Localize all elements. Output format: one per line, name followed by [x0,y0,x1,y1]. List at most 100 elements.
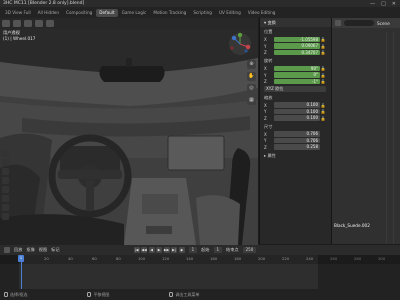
axis-label: X [264,66,267,71]
tab-all-hidden[interactable]: All Hidden [35,9,62,17]
properties-label: 属性 [267,152,276,158]
active-object-label: (1) | Wheel.017 [3,36,36,41]
navigation-gizmo-icon[interactable] [228,32,252,56]
timeline-editor-icon[interactable] [4,247,10,253]
scale-y-field[interactable]: 0.100 [274,108,320,115]
sidebar-header[interactable]: ▾ 变换 [260,18,331,27]
dimensions-z-row: Z 0.258 [264,144,326,150]
scale-tool-icon[interactable] [2,186,9,193]
keying-menu[interactable]: 抠像 [26,247,34,253]
play-button[interactable]: ▶ [156,247,163,253]
grid-icon[interactable]: ▦ [247,96,256,105]
lock-icon[interactable]: 🔓 [320,44,326,49]
tab-compositing[interactable]: Compositing [63,9,95,17]
location-x-field[interactable]: -1.05598 [274,36,320,43]
cursor-tool-icon[interactable] [2,159,9,166]
range-after-end [318,255,400,289]
properties-panel-header[interactable]: ▸ 属性 [260,151,331,160]
close-button[interactable]: ✕ [392,1,396,7]
measure-tool-icon[interactable] [2,213,9,220]
location-x-row: X -1.05598 🔓 [264,36,326,43]
playhead[interactable]: 1 [18,255,24,262]
toolbar-left [2,150,9,220]
lock-icon[interactable]: 🔓 [320,116,326,121]
dimensions-x-row: X 0.706 [264,131,326,137]
jump-start-button[interactable]: |◀ [133,247,140,253]
tab-game-logic[interactable]: Game Logic [119,9,150,17]
view-menu-button[interactable] [13,20,21,27]
location-y-field[interactable]: 0.09067 [274,43,320,49]
tab-uv-editing[interactable]: UV Editing [216,9,244,17]
frame-tick: 40 [68,256,73,261]
minimize-button[interactable]: — [370,1,375,7]
axis-label: Y [264,43,267,49]
start-frame-field[interactable]: 1 [213,247,223,253]
rotation-y-field[interactable]: 0° [274,72,320,78]
rotation-mode-dropdown[interactable]: XYZ 欧拉 [264,85,326,92]
scale-x-field[interactable]: 0.100 [274,102,320,108]
tab-motion-tracking[interactable]: Motion Tracking [150,9,189,17]
location-z-field[interactable]: 0.34707 [274,49,320,56]
current-frame-field[interactable]: 1 [188,247,198,253]
rotation-z-field[interactable]: -1° [274,78,320,85]
view-menu[interactable]: 视图 [39,247,47,253]
lock-icon[interactable]: 🔓 [320,103,326,108]
lock-icon[interactable]: 🔓 [320,50,326,55]
scale-z-field[interactable]: 0.100 [274,115,320,121]
lock-icon[interactable]: 🔓 [320,109,326,114]
play-reverse-button[interactable]: ◀ [148,247,155,253]
axis-label: Z [264,144,267,150]
select-tool-icon[interactable] [2,150,9,157]
jump-key-forward-button[interactable]: ▶▶ [163,247,170,253]
editor-type-icon[interactable] [335,20,341,26]
playback-menu[interactable]: 回放 [14,247,22,253]
marker-menu[interactable]: 标记 [51,247,59,253]
3d-viewport[interactable]: 用户透视 (1) | Wheel.017 ⊕ ✋ ◎ ▦ [0,18,258,245]
end-frame-field[interactable]: 250 [242,247,257,253]
transform-tool-icon[interactable] [2,195,9,202]
dimensions-y-row: Y 0.706 [264,137,326,144]
lock-icon[interactable]: 🔓 [320,37,326,42]
dimensions-x-field[interactable]: 0.706 [274,131,320,137]
jump-key-back-button[interactable]: ◀◀ [141,247,148,253]
frame-tick: 140 [186,256,194,261]
zoom-icon[interactable]: ⊕ [247,60,256,69]
outliner[interactable]: Scene Black_Suede.002 [331,18,400,244]
dimensions-z-field[interactable]: 0.258 [274,144,320,150]
editor-type-icon[interactable] [2,20,10,27]
axis-label: X [264,131,267,137]
axis-label: Z [264,115,267,121]
jump-end-button[interactable]: ▶| [171,247,178,253]
rotation-x-field[interactable]: 90° [274,65,320,72]
window-controls: — □ ✕ [370,1,400,7]
frame-tick: 200 [258,256,266,261]
axis-label: Z [264,79,267,84]
move-tool-icon[interactable] [2,168,9,175]
lock-icon[interactable]: 🔓 [320,66,326,71]
tab-scripting[interactable]: Scripting [190,9,215,17]
tab-video-editing[interactable]: Video Editing [245,9,279,17]
status-left-text: 选择/框选 [10,291,28,297]
dimensions-y-field[interactable]: 0.706 [274,137,320,144]
selected-object-name[interactable]: Black_Suede.002 [334,223,370,228]
select-menu-button[interactable] [24,20,32,27]
rotate-tool-icon[interactable] [2,177,9,184]
car-interior-render [0,18,258,245]
mouse-middle-icon [87,292,92,297]
lock-icon[interactable]: 🔓 [320,73,326,78]
viewport-info: 用户透视 (1) | Wheel.017 [3,30,35,42]
camera-icon[interactable]: ◎ [247,84,256,93]
frame-tick: 120 [162,256,170,261]
status-left: 选择/框选 [4,292,27,298]
keyframe-icon[interactable]: ◆ [178,247,185,253]
lock-icon[interactable]: 🔓 [320,79,326,84]
tab-3d-view-full[interactable]: 3D View Full [2,9,34,17]
outliner-column-divider [393,32,394,244]
annotate-tool-icon[interactable] [2,204,9,211]
outliner-search-input[interactable] [344,20,374,26]
object-menu-button[interactable] [46,20,54,27]
add-menu-button[interactable] [35,20,43,27]
tab-default[interactable]: Default [96,8,118,17]
maximize-button[interactable]: □ [381,1,386,7]
pan-hand-icon[interactable]: ✋ [247,72,256,81]
